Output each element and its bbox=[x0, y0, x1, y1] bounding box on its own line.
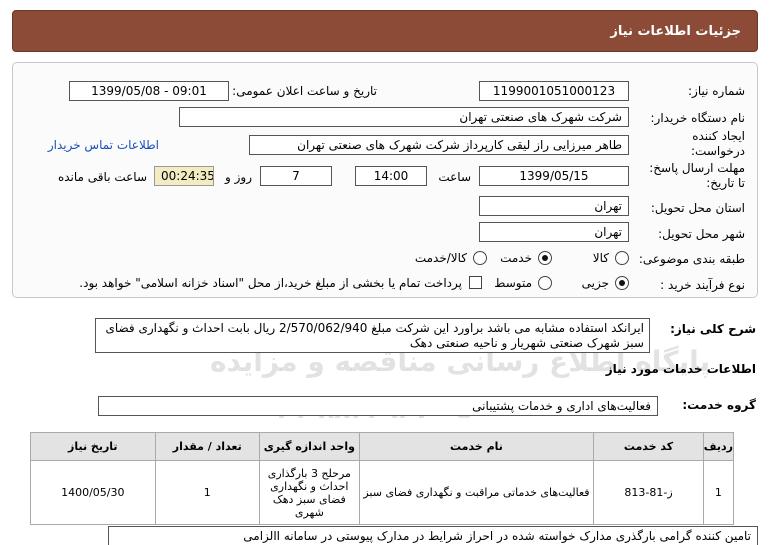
creator-label-2: درخواست: bbox=[691, 144, 745, 158]
days-field[interactable]: 7 bbox=[260, 166, 332, 186]
province-label: استان محل تحویل: bbox=[650, 201, 745, 215]
buyer-field[interactable]: شرکت شهرک های صنعتی تهران bbox=[179, 107, 629, 127]
col-unit-header: واحد اندازه گیری bbox=[259, 432, 360, 461]
service-group-label: گروه خدمت: bbox=[682, 398, 756, 412]
col-name-header: نام خدمت bbox=[358, 432, 595, 461]
row-name: فعالیت‌های خدماتی مراقبت و نگهداری فضای … bbox=[358, 460, 595, 525]
category-radio-service[interactable] bbox=[538, 251, 552, 265]
treasury-payment-checkbox[interactable] bbox=[469, 276, 482, 289]
category-option-service: خدمت bbox=[500, 251, 532, 265]
category-option-goods-service: کالا/خدمت bbox=[414, 251, 467, 265]
deadline-date-field[interactable]: 1399/05/15 bbox=[479, 166, 629, 186]
description-field: ایرانکد استفاده مشابه می باشد براورد این… bbox=[95, 318, 650, 353]
col-index-header: ردیف bbox=[702, 432, 735, 461]
process-radio-minor[interactable] bbox=[615, 276, 629, 290]
process-label: نوع فرآیند خرید : bbox=[660, 278, 745, 292]
row-code: ز-81-813 bbox=[593, 460, 704, 525]
row-unit: مرحلح 3 بارگذاری احداث و نگهداری فضای سب… bbox=[259, 460, 360, 525]
deadline-label-1: مهلت ارسال پاسخ: bbox=[649, 161, 745, 175]
col-qty-header: تعداد / مقدار bbox=[154, 432, 261, 461]
city-field[interactable]: تهران bbox=[479, 222, 629, 242]
table-header-row: ردیف کد خدمت نام خدمت واحد اندازه گیری ت… bbox=[30, 432, 735, 461]
days-label: روز و bbox=[225, 170, 252, 184]
creator-label-1: ایجاد کننده bbox=[692, 129, 745, 143]
process-radio-medium[interactable] bbox=[538, 276, 552, 290]
province-field[interactable]: تهران bbox=[479, 196, 629, 216]
description-label: شرح کلی نیاز: bbox=[670, 322, 756, 336]
page-header: جزئیات اطلاعات نیاز bbox=[12, 10, 758, 52]
row-qty: 1 bbox=[154, 460, 261, 525]
col-code-header: کد خدمت bbox=[593, 432, 704, 461]
category-radio-goods-service[interactable] bbox=[473, 251, 487, 265]
buyer-label: نام دستگاه خریدار: bbox=[650, 111, 746, 125]
deadline-label-2: تا تاریخ: bbox=[706, 176, 745, 190]
row-date: 1400/05/30 bbox=[30, 460, 156, 525]
services-section-title: اطلاعات خدمات مورد نیاز bbox=[605, 362, 756, 376]
category-label: طبقه بندی موضوعی: bbox=[638, 252, 745, 266]
remaining-label: ساعت باقی مانده bbox=[57, 170, 147, 184]
need-number-label: شماره نیاز: bbox=[688, 84, 745, 98]
time-label: ساعت bbox=[438, 170, 471, 184]
process-option-minor: جزیی bbox=[581, 276, 609, 290]
contact-buyer-link[interactable]: اطلاعات تماس خریدار bbox=[48, 138, 159, 152]
service-group-field[interactable]: فعالیت‌های اداری و خدمات پشتیبانی bbox=[98, 396, 658, 416]
announce-field[interactable]: 1399/05/08 - 09:01 bbox=[69, 81, 229, 101]
category-option-goods: کالا bbox=[592, 251, 609, 265]
services-table: ردیف کد خدمت نام خدمت واحد اندازه گیری ت… bbox=[30, 432, 735, 525]
table-row[interactable]: 1 ز-81-813 فعالیت‌های خدماتی مراقبت و نگ… bbox=[30, 460, 735, 525]
city-label: شهر محل تحویل: bbox=[658, 227, 745, 241]
supplier-note: تامین کننده گرامی بارگذری مدارک خواسته ش… bbox=[108, 526, 758, 545]
row-index: 1 bbox=[702, 460, 735, 525]
need-number-field[interactable]: 1199001051000123 bbox=[479, 81, 629, 101]
category-radio-goods[interactable] bbox=[615, 251, 629, 265]
col-date-header: تاریخ نیاز bbox=[30, 432, 156, 461]
remaining-time-field: 00:24:35 bbox=[154, 166, 214, 186]
process-option-medium: متوسط bbox=[494, 276, 532, 290]
details-panel: شماره نیاز: 1199001051000123 تاریخ و ساع… bbox=[12, 62, 758, 298]
creator-field[interactable]: طاهر میرزایی راز لیقی کارپرداز شرکت شهرک… bbox=[249, 135, 629, 155]
page-title: جزئیات اطلاعات نیاز bbox=[610, 24, 741, 39]
announce-label: تاریخ و ساعت اعلان عمومی: bbox=[232, 84, 377, 98]
deadline-time-field[interactable]: 14:00 bbox=[355, 166, 427, 186]
treasury-payment-note: پرداخت تمام یا بخشی از مبلغ خرید،از محل … bbox=[79, 276, 462, 290]
